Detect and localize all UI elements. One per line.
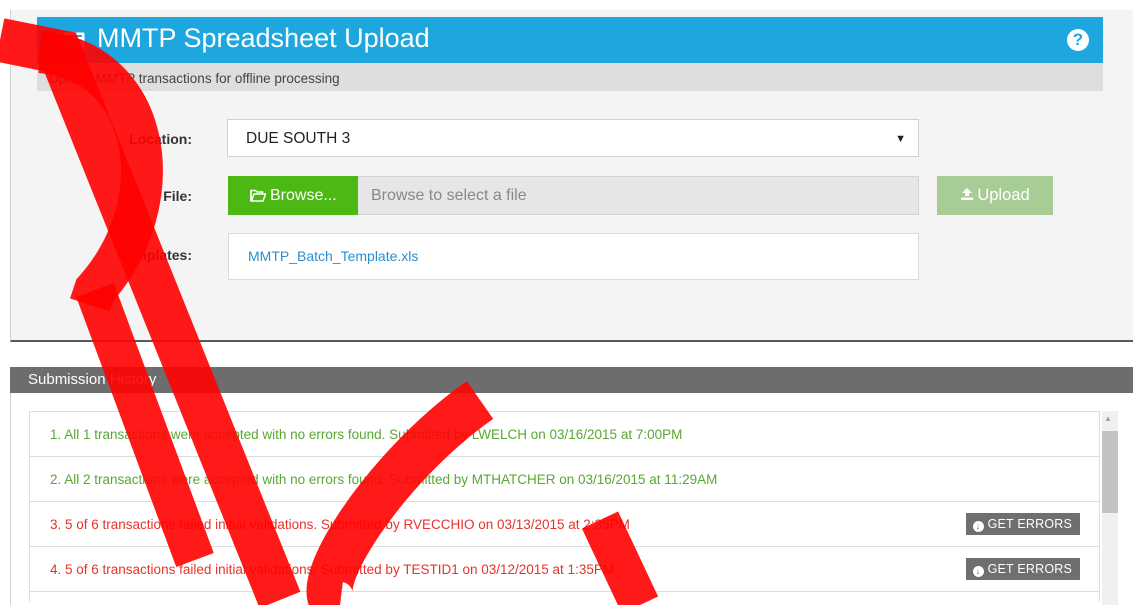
scrollbar-thumb[interactable] [1102, 431, 1118, 513]
history-row: 2. All 2 transactions were accepted with… [29, 457, 1100, 502]
download-circle-icon: ↓ [972, 521, 984, 532]
scroll-up-arrow-icon[interactable]: ▲ [1104, 414, 1112, 423]
list-doc-icon [63, 32, 85, 49]
template-download-link[interactable]: MMTP_Batch_Template.xls [248, 248, 418, 264]
upload-label: Upload [977, 186, 1030, 204]
location-label: Location: [129, 131, 192, 147]
file-label: File: [163, 188, 192, 204]
file-path-field[interactable]: Browse to select a file [358, 176, 919, 215]
submission-history-header: Submission History [10, 367, 1133, 393]
location-select[interactable]: DUE SOUTH 3 ▼ [227, 119, 919, 157]
browse-button[interactable]: Browse... [228, 176, 358, 215]
history-list: 1. All 1 transactions were accepted with… [29, 411, 1100, 602]
templates-box: MMTP_Batch_Template.xls [228, 233, 919, 280]
browse-label: Browse... [270, 187, 337, 204]
history-row-partial [29, 592, 1100, 602]
history-row-text: 4. 5 of 6 transactions failed initial va… [50, 562, 615, 577]
location-value: DUE SOUTH 3 [246, 130, 351, 147]
upload-icon [961, 188, 974, 200]
history-row-text: 1. All 1 transactions were accepted with… [50, 427, 683, 442]
download-circle-icon: ↓ [972, 566, 984, 577]
caret-down-icon: ▼ [895, 133, 906, 145]
templates-label: Templates: [119, 247, 192, 263]
question-circle-icon[interactable]: ? [1067, 29, 1089, 51]
get-errors-label: GET ERRORS [987, 562, 1072, 576]
upload-button[interactable]: Upload [937, 176, 1053, 215]
page-subtitle: Upload MMTP transactions for offline pro… [37, 63, 1103, 91]
history-row-text: 3. 5 of 6 transactions failed initial va… [50, 517, 630, 532]
history-row: 1. All 1 transactions were accepted with… [29, 411, 1100, 457]
history-row: 3. 5 of 6 transactions failed initial va… [29, 502, 1100, 547]
history-row-text: 2. All 2 transactions were accepted with… [50, 472, 718, 487]
get-errors-button[interactable]: ↓ GET ERRORS [965, 513, 1080, 535]
get-errors-button[interactable]: ↓ GET ERRORS [965, 558, 1080, 580]
title-bar: MMTP Spreadsheet Upload ? [37, 17, 1103, 63]
folder-open-icon [250, 189, 266, 202]
history-row: 4. 5 of 6 transactions failed initial va… [29, 547, 1100, 592]
page-title: MMTP Spreadsheet Upload [97, 23, 430, 53]
get-errors-label: GET ERRORS [987, 517, 1072, 531]
